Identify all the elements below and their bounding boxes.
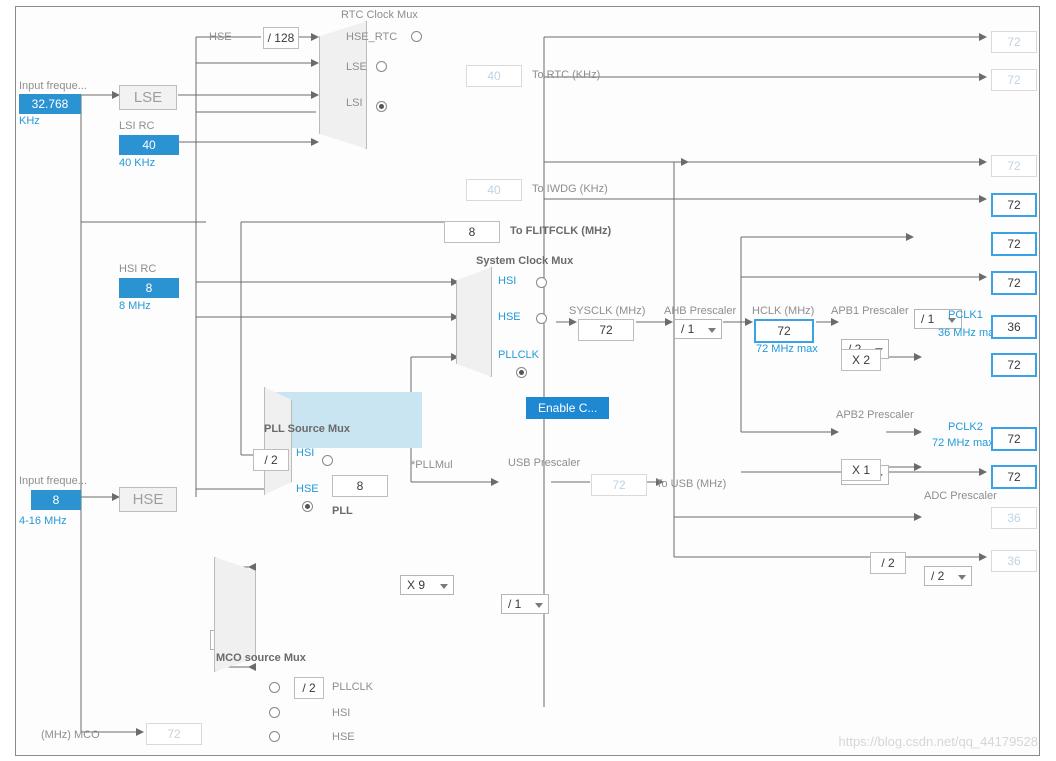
label-sys-hse: HSE: [498, 311, 521, 323]
label-sys-mux: System Clock Mux: [476, 255, 573, 267]
out-r10: 72: [991, 465, 1037, 489]
iwdg-out: 40: [466, 179, 522, 201]
lse-box: LSE: [119, 85, 177, 110]
label-ahb: AHB Prescaler: [664, 305, 736, 317]
pll-area-highlight: [274, 392, 422, 448]
select-pllmul[interactable]: X 9: [400, 575, 454, 595]
label-mco-hse: HSE: [332, 731, 355, 743]
label-hclk: HCLK (MHz): [752, 305, 814, 317]
label-8mhz: 8 MHz: [119, 300, 151, 312]
label-rtc-mux: RTC Clock Mux: [341, 9, 418, 21]
label-pll-hsi: HSI: [296, 447, 314, 459]
label-40khz: 40 KHz: [119, 157, 155, 169]
radio-sys-hse[interactable]: [536, 313, 547, 324]
label-pclk1: PCLK1: [948, 309, 983, 321]
radio-mco-pllclk[interactable]: [269, 682, 280, 693]
select-usb[interactable]: / 1: [501, 594, 549, 614]
hsi-8: 8: [119, 278, 179, 298]
label-to-rtc: To RTC (KHz): [532, 69, 600, 81]
label-pll: PLL: [332, 505, 353, 517]
lsi-40: 40: [119, 135, 179, 155]
mco-out: 72: [146, 723, 202, 745]
radio-pll-hse[interactable]: [302, 501, 313, 512]
label-pll-mux: PLL Source Mux: [264, 423, 350, 435]
pll-input[interactable]: 8: [332, 475, 388, 497]
radio-pll-hsi[interactable]: [322, 455, 333, 466]
select-ahb[interactable]: / 1: [674, 319, 722, 339]
radio-mco-hse[interactable]: [269, 731, 280, 742]
label-sysclk: SYSCLK (MHz): [569, 305, 645, 317]
label-lsi-rc: LSI RC: [119, 120, 154, 132]
label-mhz-mco: (MHz) MCO: [41, 729, 100, 741]
input-hse[interactable]: 8: [31, 490, 81, 510]
sys-clock-mux: [456, 267, 492, 377]
label-hse-rtc: HSE_RTC: [346, 31, 397, 43]
label-to-usb: To USB (MHz): [656, 478, 726, 490]
out-r6: 72: [991, 271, 1037, 295]
div128-box: / 128: [263, 27, 299, 49]
hse-box: HSE: [119, 487, 177, 512]
pll-div2: / 2: [253, 449, 289, 471]
label-input-freq-hse: Input freque...: [19, 475, 87, 487]
button-enable-css[interactable]: Enable C...: [526, 397, 609, 419]
radio-sys-pllclk[interactable]: [516, 367, 527, 378]
radio-lsi[interactable]: [376, 101, 387, 112]
usb-out: 72: [591, 474, 647, 496]
label-4-16: 4-16 MHz: [19, 515, 67, 527]
label-adc: ADC Prescaler: [924, 490, 997, 502]
pll-source-mux: [264, 387, 292, 495]
label-usb-pre: USB Prescaler: [508, 457, 580, 469]
label-mco-hsi: HSI: [332, 707, 350, 719]
radio-hse-rtc[interactable]: [411, 31, 422, 42]
label-mco-mux: MCO source Mux: [216, 652, 306, 664]
sysclk-val[interactable]: 72: [578, 319, 634, 341]
radio-mco-hsi[interactable]: [269, 707, 280, 718]
label-pll-hse: HSE: [296, 483, 319, 495]
label-72max2: 72 MHz max: [932, 437, 994, 449]
label-lse: LSE: [346, 61, 367, 73]
out-r1: 72: [991, 31, 1037, 53]
label-apb2: APB2 Prescaler: [836, 409, 914, 421]
x1-box: X 1: [841, 459, 881, 481]
rtc-out: 40: [466, 65, 522, 87]
hclk-val[interactable]: 72: [754, 319, 814, 343]
clock-config-canvas: RTC Clock Mux / 128 HSE HSE_RTC LSE LSI …: [15, 6, 1040, 756]
label-khz: KHz: [19, 115, 40, 127]
x2-box: X 2: [841, 349, 881, 371]
radio-lse[interactable]: [376, 61, 387, 72]
label-hsi-rc: HSI RC: [119, 263, 156, 275]
out-r2: 72: [991, 69, 1037, 91]
label-input-freq-lse: Input freque...: [19, 80, 87, 92]
out-r9-pclk2: 72: [991, 427, 1037, 451]
label-apb1: APB1 Prescaler: [831, 305, 909, 317]
label-hse-to-128: HSE: [209, 31, 232, 43]
mco-div2: / 2: [294, 677, 324, 699]
label-72max: 72 MHz max: [756, 343, 818, 355]
flitfclk-out: 8: [444, 221, 500, 243]
out-r8: 72: [991, 353, 1037, 377]
select-adc[interactable]: / 2: [924, 566, 972, 586]
out-r11: 36: [991, 507, 1037, 529]
wires-svg: [16, 7, 1039, 755]
label-sys-hsi: HSI: [498, 275, 516, 287]
label-to-flitf: To FLITFCLK (MHz): [510, 225, 611, 237]
out-r5: 72: [991, 232, 1037, 256]
label-sys-pllclk: PLLCLK: [498, 349, 539, 361]
out-r7-pclk1: 36: [991, 315, 1037, 339]
bottom-div2: / 2: [870, 552, 906, 574]
out-r4: 72: [991, 193, 1037, 217]
label-mco-pllclk: PLLCLK: [332, 681, 373, 693]
out-r3: 72: [991, 155, 1037, 177]
out-r12: 36: [991, 550, 1037, 572]
label-to-iwdg: To IWDG (KHz): [532, 183, 608, 195]
label-pllmul: *PLLMul: [411, 459, 453, 471]
label-lsi: LSI: [346, 97, 363, 109]
watermark: https://blog.csdn.net/qq_44179528: [839, 734, 1039, 749]
radio-sys-hsi[interactable]: [536, 277, 547, 288]
label-pclk2: PCLK2: [948, 421, 983, 433]
input-lse[interactable]: 32.768: [19, 94, 81, 114]
